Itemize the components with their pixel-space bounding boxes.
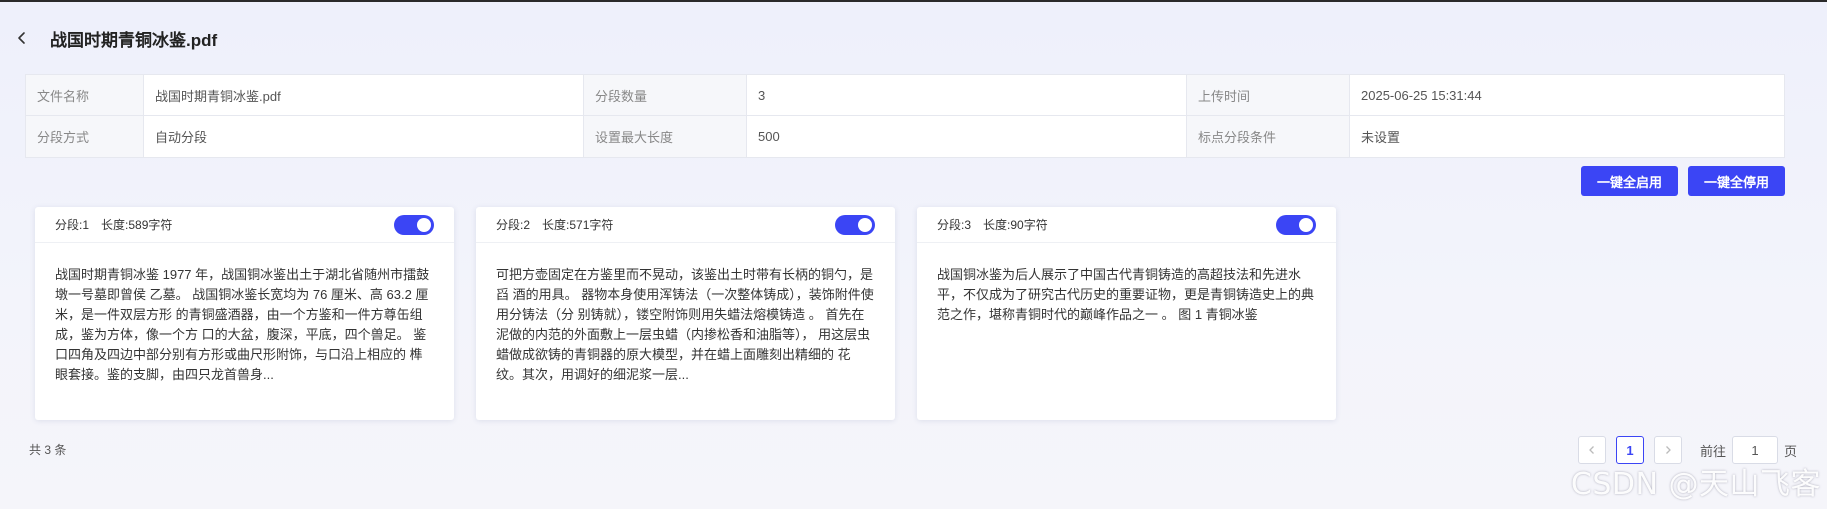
back-button[interactable]	[4, 20, 40, 56]
segment-text: 可把方壶固定在方鉴里而不晃动，该鉴出土时带有长柄的铜勺，是舀 酒的用具。 器物本…	[496, 267, 874, 382]
segment-mode-label: 分段方式	[26, 116, 144, 157]
max-length-value: 500	[747, 116, 1187, 157]
segment-index: 分段:2	[496, 218, 531, 232]
total-count: 共 3 条	[29, 443, 67, 457]
segment-mode-value: 自动分段	[144, 116, 584, 157]
segment-card-header: 分段:3 长度:90字符	[917, 207, 1336, 243]
page-header: 战国时期青铜冰鉴.pdf	[0, 20, 217, 56]
top-border	[0, 0, 1827, 2]
bulk-actions: 一键全启用 一键全停用	[1580, 166, 1785, 196]
segment-length: 长度:589字符	[101, 218, 173, 232]
segment-count-value: 3	[747, 75, 1187, 115]
segment-index: 分段:1	[55, 218, 90, 232]
segment-text: 战国铜冰鉴为后人展示了中国古代青铜铸造的高超技法和先进水平，不仅成为了研究古代历…	[937, 267, 1315, 322]
page-title: 战国时期青铜冰鉴.pdf	[50, 30, 218, 50]
max-length-label: 设置最大长度	[584, 116, 747, 157]
segment-length: 长度:571字符	[542, 218, 614, 232]
disable-all-button[interactable]: 一键全停用	[1687, 166, 1785, 196]
segment-card: 分段:2 长度:571字符 可把方壶固定在方鉴里而不晃动，该鉴出土时带有长柄的铜…	[476, 207, 895, 420]
file-name-label: 文件名称	[26, 75, 144, 115]
segment-card: 分段:1 长度:589字符 战国时期青铜冰鉴 1977 年，战国铜冰鉴出土于湖北…	[35, 207, 454, 420]
goto-label: 前往	[1699, 443, 1726, 459]
segment-enable-toggle[interactable]	[1276, 214, 1316, 235]
chevron-right-icon	[1666, 446, 1671, 454]
info-row: 文件名称 战国时期青铜冰鉴.pdf 分段数量 3 上传时间 2025-06-25…	[26, 75, 1784, 116]
info-row: 分段方式 自动分段 设置最大长度 500 标点分段条件 未设置	[26, 116, 1784, 157]
segment-content[interactable]: 可把方壶固定在方鉴里而不晃动，该鉴出土时带有长柄的铜勺，是舀 酒的用具。 器物本…	[476, 243, 895, 385]
segment-enable-toggle[interactable]	[394, 214, 434, 235]
watermark: CSDN @天山飞客	[1570, 467, 1821, 502]
segment-index: 分段:3	[937, 218, 972, 232]
segment-count-label: 分段数量	[584, 75, 747, 115]
segment-text: 战国时期青铜冰鉴 1977 年，战国铜冰鉴出土于湖北省随州市擂鼓墩一号墓即曾侯 …	[55, 267, 430, 382]
punctuation-rule-value: 未设置	[1361, 130, 1401, 145]
segment-card: 分段:3 长度:90字符 战国铜冰鉴为后人展示了中国古代青铜铸造的高超技法和先进…	[917, 207, 1336, 420]
page-suffix: 页	[1783, 443, 1797, 459]
segment-enable-toggle[interactable]	[835, 214, 875, 235]
segment-content[interactable]: 战国铜冰鉴为后人展示了中国古代青铜铸造的高超技法和先进水平，不仅成为了研究古代历…	[917, 243, 1336, 325]
enable-all-button[interactable]: 一键全启用	[1580, 166, 1678, 196]
upload-time-value: 2025-06-25 15:31:44	[1361, 87, 1482, 103]
chevron-left-icon	[1589, 446, 1594, 454]
upload-time-label: 上传时间	[1187, 75, 1350, 115]
chevron-left-icon	[18, 32, 25, 44]
segment-content[interactable]: 战国时期青铜冰鉴 1977 年，战国铜冰鉴出土于湖北省随州市擂鼓墩一号墓即曾侯 …	[35, 243, 454, 385]
file-info-table: 文件名称 战国时期青铜冰鉴.pdf 分段数量 3 上传时间 2025-06-25…	[25, 74, 1785, 158]
segment-card-header: 分段:2 长度:571字符	[476, 207, 895, 243]
segment-length: 长度:90字符	[983, 218, 1048, 232]
segment-card-header: 分段:1 长度:589字符	[35, 207, 454, 243]
punctuation-rule-label: 标点分段条件	[1187, 116, 1350, 157]
file-name-value: 战国时期青铜冰鉴.pdf	[144, 75, 584, 115]
